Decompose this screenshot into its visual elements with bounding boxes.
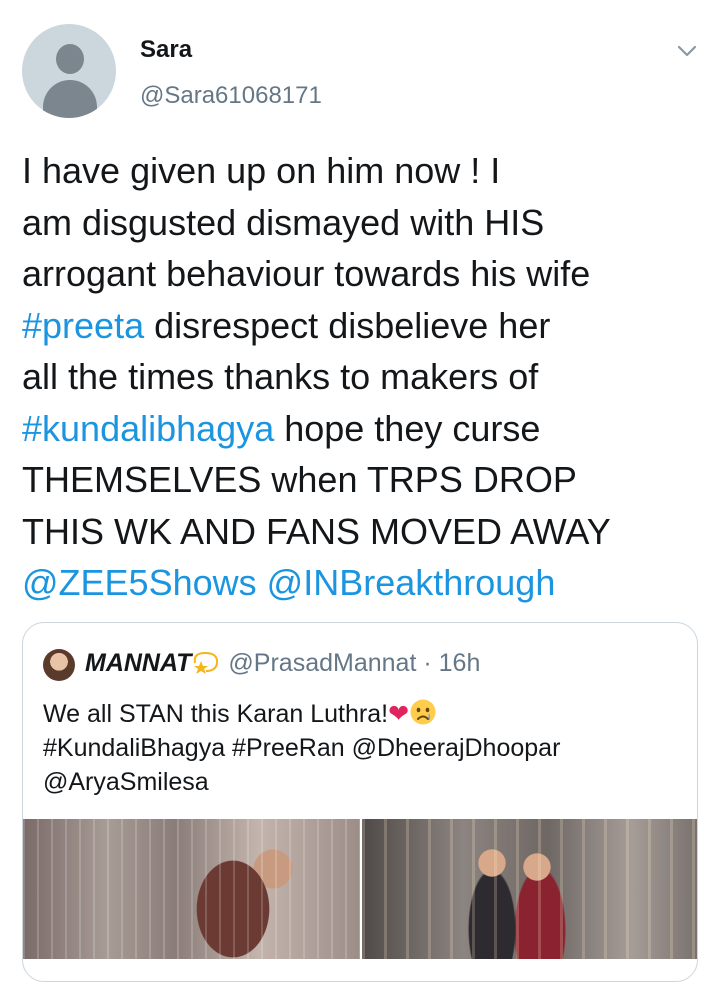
video-still-left[interactable] (23, 819, 360, 959)
tweet-text-segment: hope they curse (274, 407, 541, 449)
quoted-handle[interactable]: @PrasadMannat (228, 649, 416, 677)
tweet: Sara @Sara61068171 I have given up on hi… (0, 0, 720, 982)
chevron-down-icon[interactable] (676, 40, 698, 62)
tweet-text-segment: disrespect disbelieve her (144, 304, 551, 346)
tweet-text-line: THIS WK AND FANS MOVED AWAY (22, 506, 702, 558)
star-badge-icon (194, 651, 219, 674)
quoted-text-segment (225, 734, 232, 762)
hashtag-link[interactable]: #preeta (22, 305, 144, 346)
tweet-text-segment: I have given up on him now ! I (22, 150, 501, 191)
tweet-text: I have given up on him now ! I am disgust… (22, 145, 702, 609)
tweet-text-segment: am disgusted dismayed with HIS (22, 201, 545, 243)
tweet-text-line: am disgusted dismayed with HIS (22, 197, 702, 249)
quoted-separator: · (423, 649, 432, 677)
user-handle[interactable]: @Sara61068171 (140, 82, 322, 110)
mention-link[interactable]: @INBreakthrough (267, 562, 556, 603)
tweet-text-segment: arrogant behaviour towards his wife (22, 253, 591, 294)
tweet-text-line: @ZEE5Shows @INBreakthrough (22, 557, 702, 609)
tweet-text-segment: THIS WK AND FANS MOVED AWAY (22, 510, 611, 552)
media-left-lights (23, 819, 360, 959)
quoted-text-segment (345, 734, 352, 762)
quoted-display-name[interactable]: MANNAT (85, 649, 191, 677)
quoted-text-line-1: We all STAN this Karan Luthra!❤ (43, 697, 683, 731)
quoted-tweet[interactable]: MANNAT @PrasadMannat · 16h We all STAN t… (22, 622, 698, 982)
tweet-text-line: all the times thanks to makers of (22, 351, 702, 403)
mention-link[interactable]: @AryaSmilesa (43, 768, 209, 796)
quoted-avatar[interactable] (43, 649, 75, 681)
avatar-shoulders (43, 80, 97, 118)
media-right-lights (362, 819, 697, 959)
quoted-text-line-3: @AryaSmilesa (43, 765, 683, 799)
tweet-text-segment: all the times thanks to makers of (22, 356, 539, 397)
quoted-header: MANNAT @PrasadMannat · 16h (85, 649, 480, 678)
avatar-head (56, 44, 84, 74)
video-still-right[interactable] (362, 819, 697, 959)
mention-link[interactable]: @ZEE5Shows (22, 562, 257, 603)
tweet-text-segment: THEMSELVES when TRPS DROP (22, 459, 577, 500)
hashtag-link[interactable]: #kundalibhagya (22, 408, 274, 449)
tweet-text-line: #preeta disrespect disbelieve her (22, 300, 702, 352)
tweet-text-line: #kundalibhagya hope they curse (22, 403, 702, 455)
hashtag-link[interactable]: #KundaliBhagya (43, 734, 225, 762)
quoted-media[interactable] (23, 819, 697, 959)
mention-link[interactable]: @DheerajDhoopar (352, 734, 561, 762)
display-name[interactable]: Sara (140, 36, 192, 64)
crying-face-icon (410, 699, 436, 725)
hashtag-link[interactable]: #PreeRan (232, 734, 345, 762)
quoted-timestamp[interactable]: 16h (439, 649, 481, 677)
tweet-text-line: I have given up on him now ! I (22, 145, 702, 197)
quoted-text-line-1-text: We all STAN this Karan Luthra! (43, 700, 389, 728)
quoted-text: We all STAN this Karan Luthra!❤ #Kundali… (43, 697, 683, 799)
red-heart-icon: ❤ (388, 700, 410, 728)
avatar[interactable] (22, 24, 116, 118)
tweet-text-segment (257, 562, 267, 603)
tweet-text-line: THEMSELVES when TRPS DROP (22, 454, 702, 506)
tweet-text-line: arrogant behaviour towards his wife (22, 248, 702, 300)
quoted-text-line-2: #KundaliBhagya #PreeRan @DheerajDhoopar (43, 731, 683, 765)
